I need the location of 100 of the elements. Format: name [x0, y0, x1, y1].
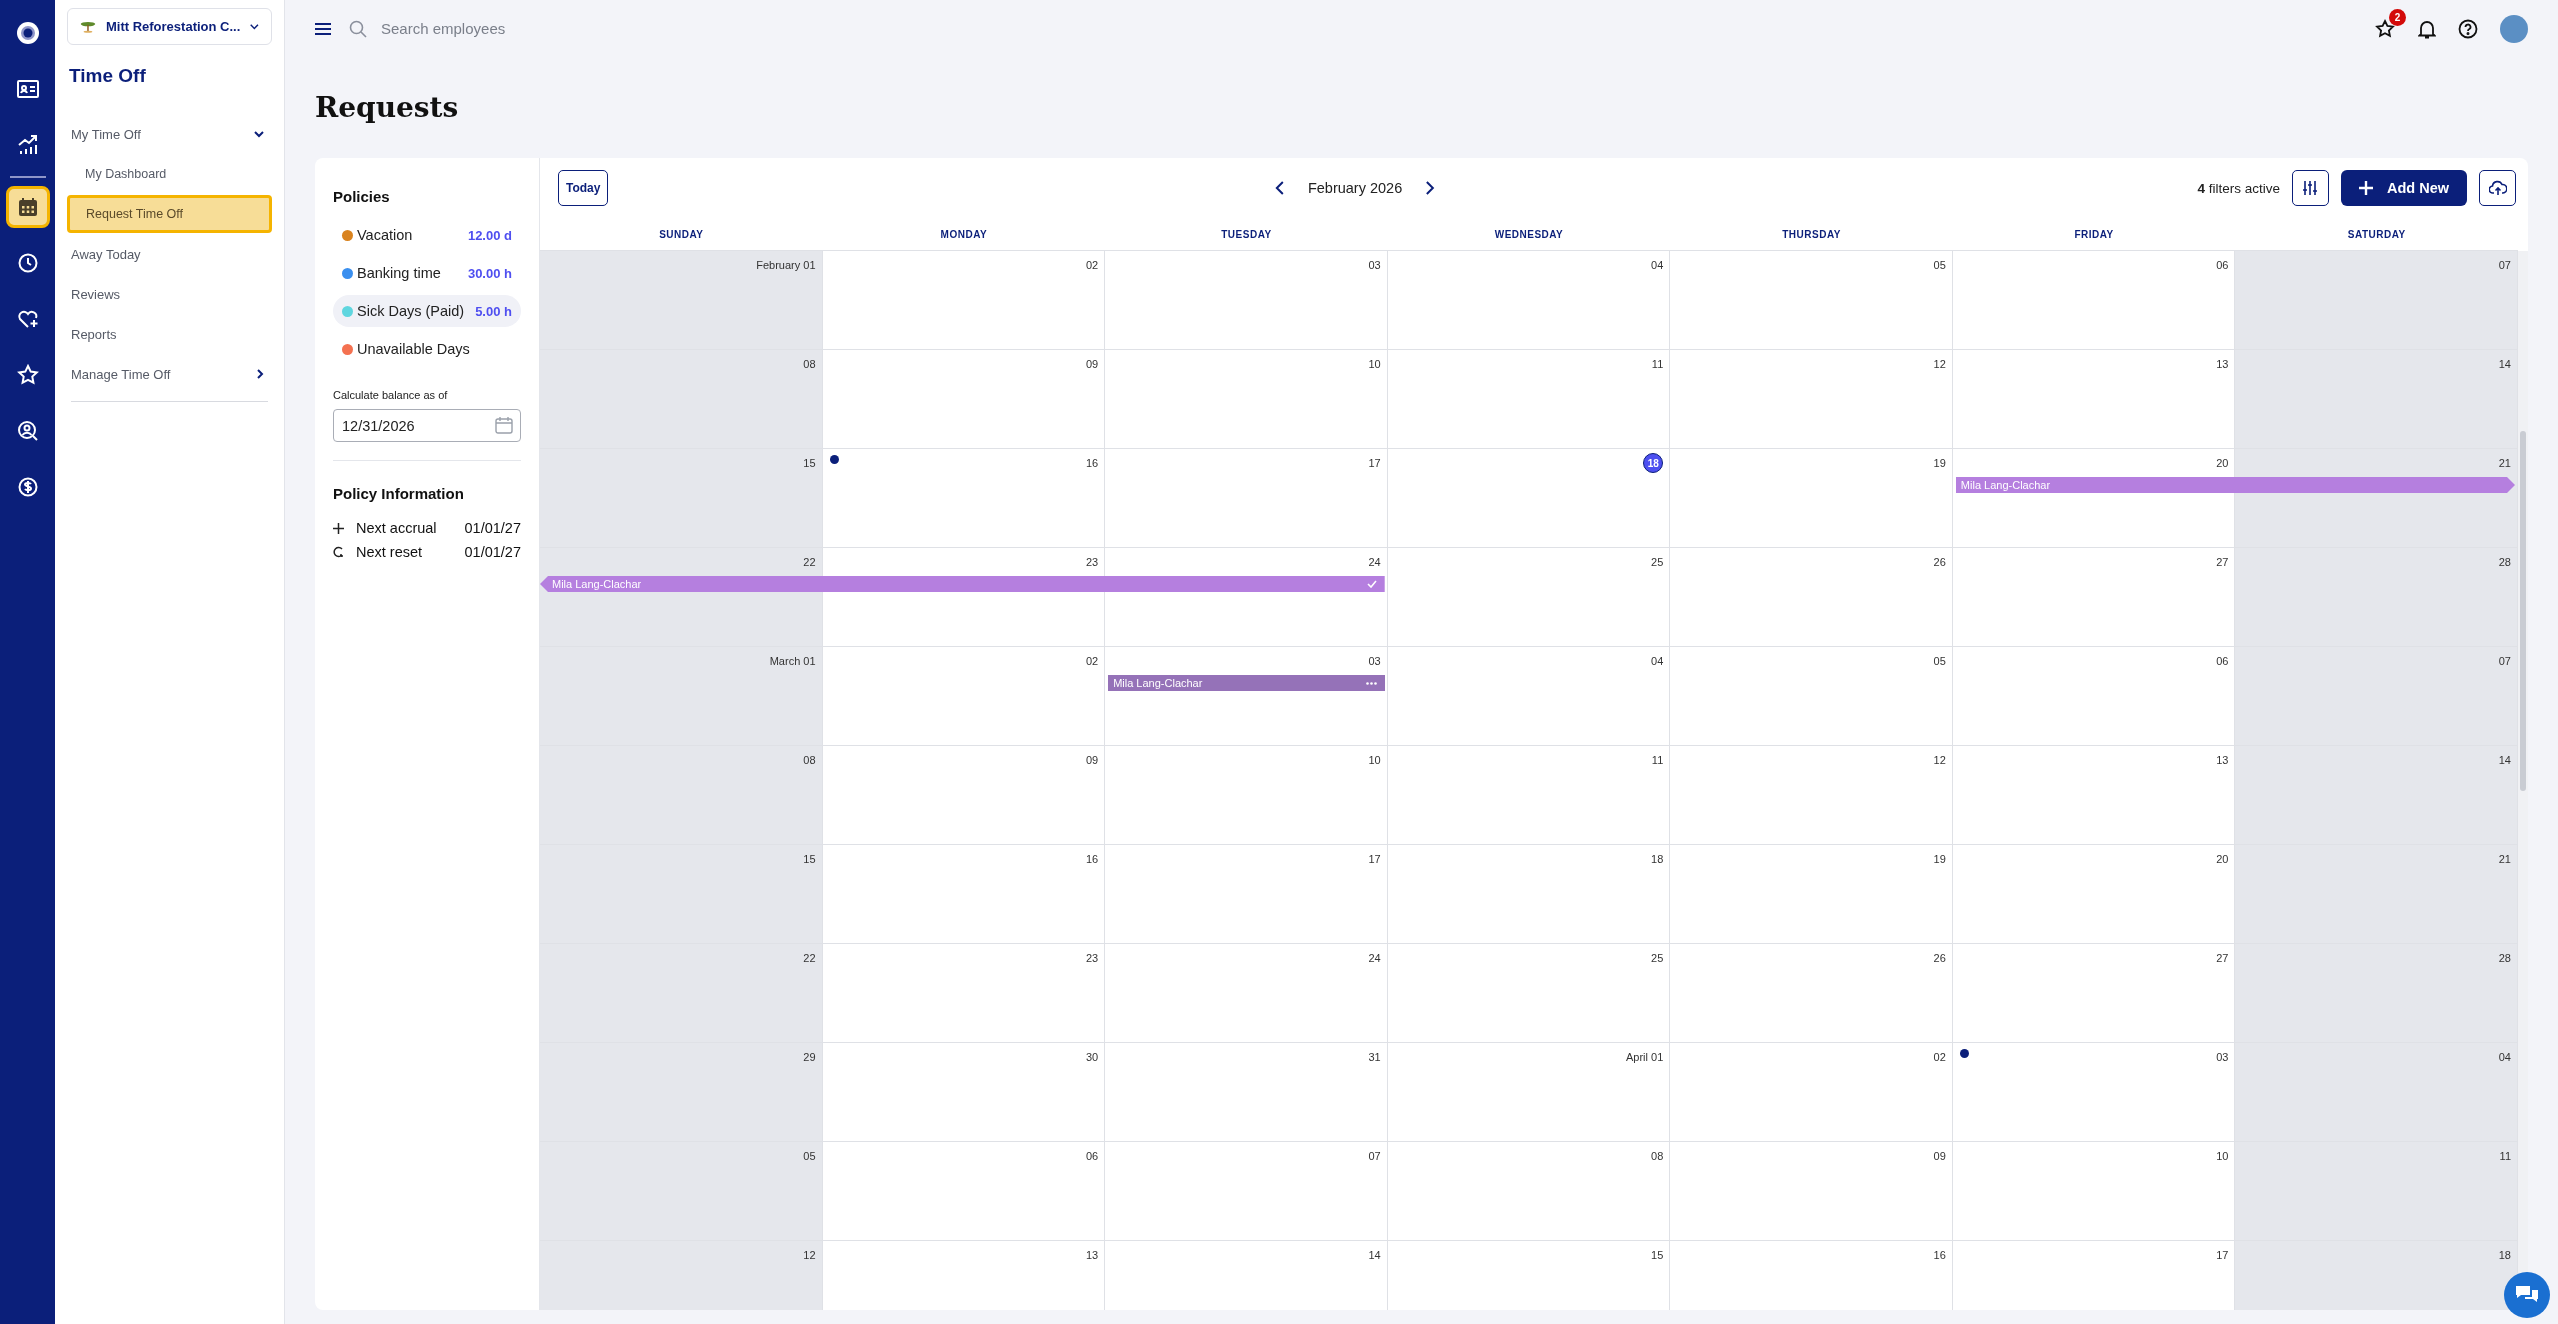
- policy-info-label: Next accrual: [356, 520, 437, 536]
- cloud-upload-icon: [2488, 180, 2507, 196]
- day-number: 18: [2498, 1248, 2511, 1263]
- policy-item[interactable]: Sick Days (Paid) 5.00 h: [333, 295, 521, 327]
- month-label: February 2026: [1307, 180, 1403, 196]
- day-number: 02: [1085, 258, 1099, 273]
- day-number: 12: [803, 1248, 816, 1263]
- chevron-right-icon: [257, 369, 264, 379]
- day-number: 06: [1085, 1149, 1099, 1164]
- plus-icon: [2358, 181, 2373, 195]
- day-number: 18: [1643, 453, 1664, 473]
- submenu-item[interactable]: Request Time Off: [67, 195, 272, 233]
- day-number: 05: [1933, 258, 1946, 273]
- time-off-event[interactable]: Mila Lang-Clachar: [1108, 675, 1385, 691]
- day-number: 10: [1368, 357, 1381, 372]
- day-number: 24: [1368, 555, 1381, 570]
- policy-info-label: Next reset: [356, 544, 423, 560]
- day-number: 26: [1933, 951, 1946, 966]
- day-number: 04: [1651, 258, 1664, 273]
- field-label: Calculate balance as of: [333, 389, 449, 401]
- day-number: 22: [803, 555, 816, 570]
- weekday-header: THURSDAY: [1781, 228, 1842, 240]
- policy-item[interactable]: Unavailable Days: [333, 333, 521, 365]
- clock-icon: [17, 253, 38, 273]
- menu-icon[interactable]: [315, 22, 331, 35]
- day-number: March 01: [769, 654, 816, 669]
- sliders-icon: [2302, 180, 2319, 196]
- day-number: 31: [1368, 1050, 1381, 1065]
- policy-item[interactable]: Banking time 30.00 h: [333, 257, 521, 289]
- day-number: 13: [2216, 357, 2229, 372]
- search-field[interactable]: Search employees: [379, 19, 683, 38]
- day-number: 22: [803, 951, 816, 966]
- day-number: 06: [2216, 654, 2229, 669]
- day-number: 14: [2498, 357, 2511, 372]
- day-number: 20: [2216, 852, 2229, 867]
- id-card-icon: [16, 79, 39, 99]
- date-field[interactable]: 12/31/2026: [333, 409, 521, 442]
- day-number: 08: [803, 357, 816, 372]
- day-number: 28: [2498, 951, 2511, 966]
- policy-name: Banking time: [357, 265, 441, 281]
- day-number: 09: [1085, 357, 1099, 372]
- menu-item[interactable]: Reports: [67, 315, 272, 353]
- scrollbar-thumb[interactable]: [2520, 431, 2526, 791]
- company-selector[interactable]: Mitt Reforestation C...: [67, 8, 272, 45]
- day-number: 08: [1651, 1149, 1664, 1164]
- search-icon: [349, 19, 367, 38]
- more-icon: [1365, 681, 1377, 685]
- menu-item[interactable]: My Time Off: [67, 115, 272, 153]
- section-title: Time Off: [69, 65, 147, 87]
- menu-item[interactable]: Manage Time Off: [67, 355, 272, 393]
- day-number: 17: [1368, 852, 1381, 867]
- day-number: 15: [1651, 1248, 1664, 1263]
- policy-item[interactable]: Vacation 12.00 d: [333, 219, 521, 251]
- policy-balance: 30.00 h: [467, 265, 512, 281]
- avatar[interactable]: [2500, 14, 2528, 43]
- menu-item[interactable]: Reviews: [67, 275, 272, 313]
- day-number: 03: [2216, 1050, 2229, 1065]
- weekday-header: MONDAY: [939, 228, 989, 240]
- day-number: 11: [1651, 753, 1664, 768]
- policy-info-date: 01/01/27: [464, 520, 521, 536]
- day-number: 15: [803, 852, 816, 867]
- day-number: 10: [2216, 1149, 2229, 1164]
- policy-info-heading: Policy Information: [333, 485, 465, 502]
- chevron-right-icon[interactable]: [1426, 181, 1436, 195]
- chevron-left-icon[interactable]: [1274, 181, 1284, 195]
- policy-balance: 12.00 d: [467, 227, 512, 243]
- day-number: 27: [2216, 951, 2229, 966]
- today-button[interactable]: Today: [558, 170, 609, 206]
- menu-item[interactable]: Away Today: [67, 235, 272, 273]
- day-number: 03: [1368, 654, 1381, 669]
- day-number: 16: [1933, 1248, 1946, 1263]
- user-search-icon: [16, 420, 39, 442]
- weekday-header: SUNDAY: [658, 228, 705, 240]
- day-number: 20: [2216, 456, 2229, 471]
- rail-nav-button[interactable]: [5, 186, 50, 228]
- day-number: 14: [1368, 1248, 1381, 1263]
- filter-button[interactable]: [2291, 170, 2329, 206]
- chat-button[interactable]: [2504, 1272, 2550, 1318]
- add-new-button[interactable]: Add New: [2340, 170, 2467, 206]
- star-icon[interactable]: [2374, 17, 2396, 40]
- bell-icon[interactable]: [2418, 18, 2436, 39]
- day-number: April 01: [1626, 1050, 1664, 1065]
- day-number: 19: [1933, 456, 1946, 471]
- day-number: 17: [1368, 456, 1381, 471]
- day-number: 13: [1085, 1248, 1099, 1263]
- day-number: 30: [1085, 1050, 1099, 1065]
- help-icon[interactable]: [2458, 18, 2478, 39]
- day-number: 26: [1933, 555, 1946, 570]
- day-number: 07: [2498, 654, 2511, 669]
- calendar-icon: [495, 416, 513, 434]
- weekday-header: FRIDAY: [2073, 228, 2115, 240]
- upload-button[interactable]: [2479, 170, 2516, 206]
- day-number: 28: [2498, 555, 2511, 570]
- policy-name: Unavailable Days: [357, 341, 470, 357]
- submenu-item[interactable]: My Dashboard: [67, 155, 272, 193]
- star-icon: [16, 364, 39, 386]
- day-number: 21: [2498, 852, 2511, 867]
- filters-status: 4 filters active: [2197, 180, 2280, 196]
- policy-name: Vacation: [357, 227, 413, 243]
- plus-icon: [333, 522, 344, 534]
